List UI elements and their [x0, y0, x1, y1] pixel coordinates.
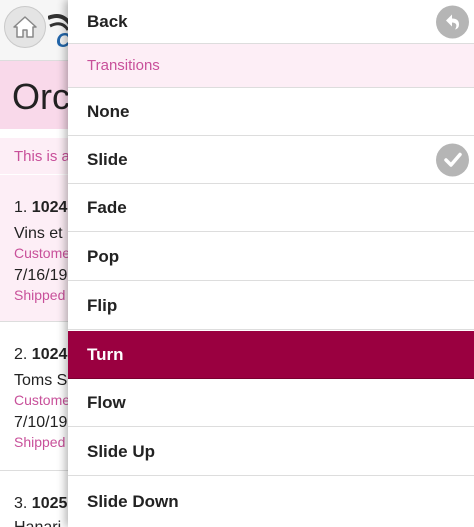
order-number: 1. 1024 — [14, 199, 67, 217]
menu-item-label: Flip — [87, 295, 118, 315]
menu-item-turn[interactable]: Turn — [68, 331, 474, 379]
page-title: Orc — [12, 76, 70, 117]
menu-item-slide-down[interactable]: Slide Down — [68, 477, 474, 527]
transitions-menu-panel: Back Transitions None Slide Fade Pop Fli… — [68, 0, 474, 527]
order-index: 3. — [14, 495, 28, 512]
order-id: 1024 — [31, 199, 68, 216]
order-name: Vins et — [14, 225, 63, 242]
order-date: 7/16/19 — [14, 267, 68, 284]
checkmark-icon — [436, 143, 469, 176]
back-menu-item[interactable]: Back — [68, 0, 474, 44]
menu-item-slide[interactable]: Slide — [68, 136, 474, 184]
menu-item-label: Flow — [87, 392, 126, 412]
order-number: 2. 1024 — [14, 346, 67, 364]
order-id: 1025 — [31, 495, 68, 512]
back-arrow-glyph — [446, 14, 459, 29]
order-status: Shipped — [14, 434, 66, 450]
menu-item-fade[interactable]: Fade — [68, 184, 474, 232]
home-button[interactable] — [4, 6, 46, 48]
app-screen: C Orc This is a 1. 1024 Vins et Custome … — [0, 0, 474, 527]
order-customer: Custome — [14, 245, 71, 261]
order-customer: Custome — [14, 392, 71, 408]
order-index: 1. — [14, 199, 28, 216]
menu-item-label: Slide — [87, 149, 128, 169]
order-date: 7/10/19 — [14, 414, 68, 431]
menu-item-label: None — [87, 101, 130, 121]
menu-item-slide-up[interactable]: Slide Up — [68, 428, 474, 476]
page-subtitle: This is a — [14, 148, 70, 165]
back-arrow-icon[interactable] — [436, 5, 469, 38]
menu-item-label: Slide Down — [87, 492, 179, 511]
order-index: 2. — [14, 346, 28, 363]
menu-item-flow[interactable]: Flow — [68, 379, 474, 427]
menu-item-label: Fade — [87, 197, 127, 217]
transitions-section-header: Transitions — [68, 44, 474, 88]
order-name: Hanari — [14, 519, 61, 527]
menu-item-pop[interactable]: Pop — [68, 233, 474, 281]
menu-item-label: Turn — [87, 344, 124, 364]
menu-item-label: Slide Up — [87, 441, 156, 461]
order-name: Toms S — [14, 372, 68, 389]
section-header-label: Transitions — [87, 57, 160, 74]
menu-item-flip[interactable]: Flip — [68, 282, 474, 330]
order-status: Shipped — [14, 287, 66, 303]
menu-item-label: Pop — [87, 246, 120, 266]
back-label: Back — [87, 11, 128, 31]
checkmark-glyph — [443, 152, 462, 167]
home-icon — [13, 16, 37, 38]
order-number: 3. 1025 — [14, 495, 67, 513]
menu-item-none[interactable]: None — [68, 88, 474, 136]
order-id: 1024 — [31, 346, 68, 363]
